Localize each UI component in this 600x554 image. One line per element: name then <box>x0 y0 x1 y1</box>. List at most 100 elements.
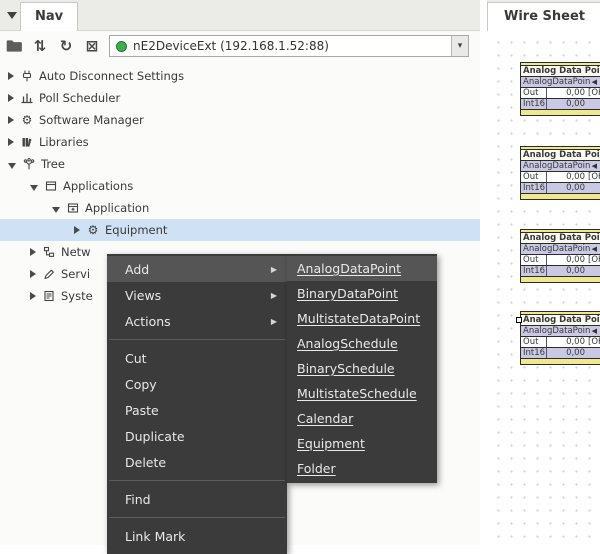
tab-nav[interactable]: Nav <box>20 2 78 31</box>
menu-item-views[interactable]: Views ▶ <box>107 282 287 308</box>
block-slot-value: 0,00 <box>547 255 585 266</box>
submenu-item-binary-data-point[interactable]: BinaryDataPoint <box>287 281 437 306</box>
menu-item-paste[interactable]: Paste <box>107 397 287 423</box>
block-slot-value: 0,00 <box>547 88 585 99</box>
submenu-item-analog-data-point[interactable]: AnalogDataPoint <box>287 256 437 281</box>
expander-expanded-icon[interactable] <box>52 207 60 213</box>
gear-icon: ⚙ <box>20 113 34 127</box>
nav-tabbar: Nav <box>0 0 480 31</box>
tree-item-label: Netw <box>61 245 91 259</box>
block-slot-status: [OK] <box>588 255 600 266</box>
block-type: AnalogDataPoin <box>523 244 590 255</box>
expander-collapsed-icon[interactable] <box>30 270 36 278</box>
submenu-arrow-icon: ▶ <box>271 317 277 326</box>
tree-item-libraries[interactable]: Libraries <box>0 131 480 153</box>
block-title: Analog Data Poi <box>523 150 600 161</box>
panel-menu-caret-icon[interactable] <box>7 12 17 19</box>
menu-separator <box>109 517 285 518</box>
function-block-analog-data-point-1[interactable]: Analog Data Poi◀ AnalogDataPoin◀ Out0,00… <box>520 62 600 116</box>
block-chevron-icon[interactable]: ◀ <box>592 77 600 88</box>
block-slot-value: 0,00 <box>547 348 585 359</box>
wire-sheet-panel: Wire Sheet Analog Data Poi◀ AnalogDataPo… <box>487 0 600 545</box>
tree-item-label: Application <box>85 201 149 215</box>
tree-item-auto-disconnect-settings[interactable]: Auto Disconnect Settings <box>0 65 480 87</box>
auto-disconnect-icon <box>20 69 34 83</box>
services-icon <box>42 267 56 281</box>
block-chevron-icon[interactable]: ◀ <box>592 161 600 172</box>
tree-item-tree[interactable]: Tree <box>0 153 480 175</box>
tree-item-label: Software Manager <box>39 113 144 127</box>
reorder-button[interactable]: ⇅ <box>31 37 49 55</box>
block-type: AnalogDataPoin <box>523 326 590 337</box>
function-block-analog-data-point-4[interactable]: Analog Data Poi◀ AnalogDataPoin◀ Out0,00… <box>520 311 600 365</box>
tree-item-label: Auto Disconnect Settings <box>39 69 184 83</box>
menu-item-delete[interactable]: Delete <box>107 449 287 475</box>
tree-icon <box>22 157 36 171</box>
tree-item-equipment[interactable]: ⚙ Equipment <box>0 219 480 241</box>
expander-collapsed-icon[interactable] <box>8 138 14 146</box>
tab-wire-sheet[interactable]: Wire Sheet <box>487 2 600 31</box>
menu-item-cut[interactable]: Cut <box>107 345 287 371</box>
gear-icon: ⚙ <box>86 223 100 237</box>
tab-wire-sheet-label: Wire Sheet <box>504 9 585 24</box>
block-slot-name: Int16 <box>523 266 547 276</box>
menu-item-add[interactable]: Add ▶ <box>107 256 287 282</box>
tree-item-software-manager[interactable]: ⚙ Software Manager <box>0 109 480 131</box>
device-combo[interactable]: nE2DeviceExt (192.168.1.52:88) ▾ <box>109 35 469 57</box>
menu-item-link-mark[interactable]: Link Mark <box>107 523 287 549</box>
tree-item-application[interactable]: Application <box>0 197 480 219</box>
expander-expanded-icon[interactable] <box>30 185 38 191</box>
block-title: Analog Data Poi <box>523 233 600 244</box>
poll-scheduler-icon <box>20 91 34 105</box>
expander-collapsed-icon[interactable] <box>8 94 14 102</box>
submenu-item-equipment[interactable]: Equipment <box>287 431 437 456</box>
block-chevron-icon[interactable]: ◀ <box>592 244 600 255</box>
menu-item-actions[interactable]: Actions ▶ <box>107 308 287 334</box>
expander-collapsed-icon[interactable] <box>74 226 80 234</box>
menu-item-find[interactable]: Find <box>107 486 287 512</box>
application-icon <box>66 201 80 215</box>
function-block-analog-data-point-3[interactable]: Analog Data Poi◀ AnalogDataPoin◀ Out0,00… <box>520 229 600 283</box>
menu-item-duplicate[interactable]: Duplicate <box>107 423 287 449</box>
block-bottom-strip <box>521 277 600 282</box>
block-chevron-icon[interactable]: ◀ <box>592 326 600 337</box>
submenu-item-folder[interactable]: Folder <box>287 456 437 481</box>
submenu-item-binary-schedule[interactable]: BinarySchedule <box>287 356 437 381</box>
status-connected-dot <box>116 41 127 52</box>
folder-icon <box>5 37 23 55</box>
block-type: AnalogDataPoin <box>523 161 590 172</box>
refresh-button[interactable]: ↻ <box>57 37 75 55</box>
submenu-item-analog-schedule[interactable]: AnalogSchedule <box>287 331 437 356</box>
wire-sheet-tabbar: Wire Sheet <box>487 0 600 31</box>
block-slot-value: 0,00 <box>547 99 585 110</box>
tree-item-poll-scheduler[interactable]: Poll Scheduler <box>0 87 480 109</box>
expander-expanded-icon[interactable] <box>8 163 16 169</box>
expander-collapsed-icon[interactable] <box>30 248 36 256</box>
expander-collapsed-icon[interactable] <box>8 116 14 124</box>
expander-collapsed-icon[interactable] <box>8 72 14 80</box>
system-icon <box>42 289 56 303</box>
block-bottom-strip <box>521 194 600 199</box>
tree-item-applications[interactable]: Applications <box>0 175 480 197</box>
tree-item-label: Poll Scheduler <box>39 91 120 105</box>
open-folder-button[interactable] <box>5 37 23 55</box>
block-slot-name: Int16 <box>523 183 547 193</box>
submenu-arrow-icon: ▶ <box>271 291 277 300</box>
clear-button[interactable]: ⊠ <box>83 37 101 55</box>
submenu-item-multistate-schedule[interactable]: MultistateSchedule <box>287 381 437 406</box>
wire-sheet-canvas[interactable]: Analog Data Poi◀ AnalogDataPoin◀ Out0,00… <box>487 31 600 545</box>
menu-item-copy[interactable]: Copy <box>107 371 287 397</box>
block-slot-name: Out <box>523 337 547 347</box>
block-selection-handle[interactable] <box>516 317 522 323</box>
tree-item-label: Servi <box>61 267 90 281</box>
block-slot-name: Out <box>523 255 547 265</box>
block-slot-status: [OK] <box>588 88 600 99</box>
function-block-analog-data-point-2[interactable]: Analog Data Poi◀ AnalogDataPoin◀ Out0,00… <box>520 146 600 200</box>
block-slot-status: [OK] <box>588 172 600 183</box>
submenu-item-calendar[interactable]: Calendar <box>287 406 437 431</box>
combo-dropdown-arrow-icon[interactable]: ▾ <box>451 36 468 56</box>
submenu-item-multistate-data-point[interactable]: MultistateDataPoint <box>287 306 437 331</box>
tree-item-label: Equipment <box>105 223 167 237</box>
expander-collapsed-icon[interactable] <box>30 292 36 300</box>
menu-separator <box>109 480 285 481</box>
